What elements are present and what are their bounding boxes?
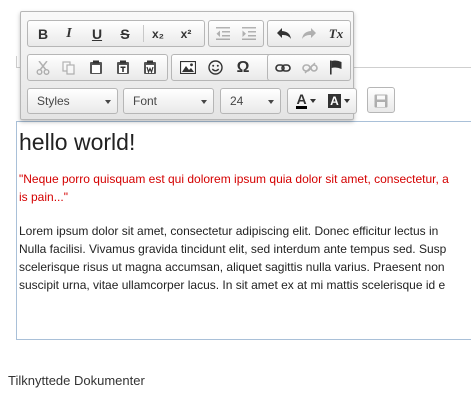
paste-word-button[interactable] [140,58,160,77]
text-color-button[interactable]: A [292,91,320,110]
content-paragraph: Lorem ipsum dolor sit amet, consectetur … [19,222,471,294]
insert-group: Ω [171,54,282,81]
links-group [267,54,351,81]
flag-icon [330,60,342,75]
link-icon [275,63,291,72]
chevron-down-icon [268,100,274,104]
history-group: Tx [267,20,351,47]
smiley-button[interactable] [205,58,225,77]
rich-text-editor[interactable]: hello world! "Neque porro quisquam est q… [16,121,471,340]
indent-group [208,20,264,47]
indent-icon [242,27,256,40]
subscript-icon: x₂ [151,26,164,41]
smiley-icon [207,60,223,75]
underline-icon: U [91,25,103,42]
quote-line: is pain..." [19,190,68,204]
font-dropdown-label: Font [133,94,158,108]
copy-icon [62,60,75,75]
chevron-down-icon [105,100,111,104]
paste-button[interactable] [86,58,106,77]
image-icon [180,61,196,74]
italic-icon: I [66,25,72,41]
bold-icon: B [37,25,49,42]
paste-text-button[interactable] [113,58,133,77]
editor-toolbar: B I U S x₂ x² Tx Ω Styles Font 24 A A [20,11,357,120]
paste-word-icon [144,60,156,74]
bold-button[interactable]: B [33,24,53,43]
clipboard-group [27,54,168,81]
unlink-button[interactable] [300,58,320,77]
section-title: Tilknyttede Dokumenter [8,373,145,388]
superscript-button[interactable]: x² [176,24,196,43]
paragraph-line: Nulla facilisi. Vivamus gravida tincidun… [19,242,447,256]
content-quote: "Neque porro quisquam est qui dolorem ip… [19,170,471,206]
italic-button[interactable]: I [59,24,79,43]
floppy-icon [374,94,388,107]
content-heading: hello world! [19,129,136,155]
styles-dropdown-label: Styles [37,94,70,108]
anchor-button[interactable] [326,58,346,77]
save-button[interactable] [367,87,395,113]
outdent-button[interactable] [213,24,233,43]
paragraph-line: Lorem ipsum dolor sit amet, consectetur … [19,224,439,238]
bg-color-button[interactable]: A [325,91,353,110]
save-icon-wrap [371,91,391,110]
text-color-icon: A [296,90,307,109]
chevron-down-icon [343,98,350,103]
quote-line: "Neque porro quisquam est qui dolorem ip… [19,172,449,186]
strikethrough-icon: S [120,25,130,42]
link-button[interactable] [273,58,293,77]
indent-button[interactable] [239,24,259,43]
cut-button[interactable] [33,58,53,77]
paste-text-icon [117,60,129,74]
editor-content: hello world! "Neque porro quisquam est q… [19,128,471,294]
image-button[interactable] [178,58,198,77]
undo-button[interactable] [274,24,294,43]
chevron-down-icon [309,98,316,103]
special-char-button[interactable]: Ω [233,58,253,77]
unlink-icon [302,62,318,73]
remove-format-button[interactable]: Tx [326,24,346,43]
chevron-down-icon [201,100,207,104]
paragraph-line: suscipit urna, vitae ullamcorper lacus. … [19,278,446,292]
colors-group: A A [287,88,357,114]
paragraph-line: scelerisque risus ut magna accumsan, ali… [19,260,445,274]
styles-dropdown[interactable]: Styles [27,88,118,114]
remove-format-icon: Tx [328,26,344,41]
clipboard-icon [90,60,102,74]
strikethrough-button[interactable]: S [115,24,135,43]
redo-icon [302,28,316,39]
subscript-button[interactable]: x₂ [148,24,168,43]
bg-color-icon: A [328,93,341,108]
basic-styles-group: B I U S x₂ x² [27,20,205,47]
scissors-icon [36,60,50,75]
font-dropdown[interactable]: Font [123,88,214,114]
copy-button[interactable] [59,58,79,77]
font-size-value: 24 [230,94,244,108]
omega-icon: Ω [236,58,250,76]
underline-button[interactable]: U [87,24,107,43]
outdent-icon [216,27,230,40]
undo-icon [277,28,291,39]
redo-button[interactable] [299,24,319,43]
superscript-icon: x² [180,26,192,41]
font-size-dropdown[interactable]: 24 [220,88,281,114]
group-separator [143,25,144,42]
